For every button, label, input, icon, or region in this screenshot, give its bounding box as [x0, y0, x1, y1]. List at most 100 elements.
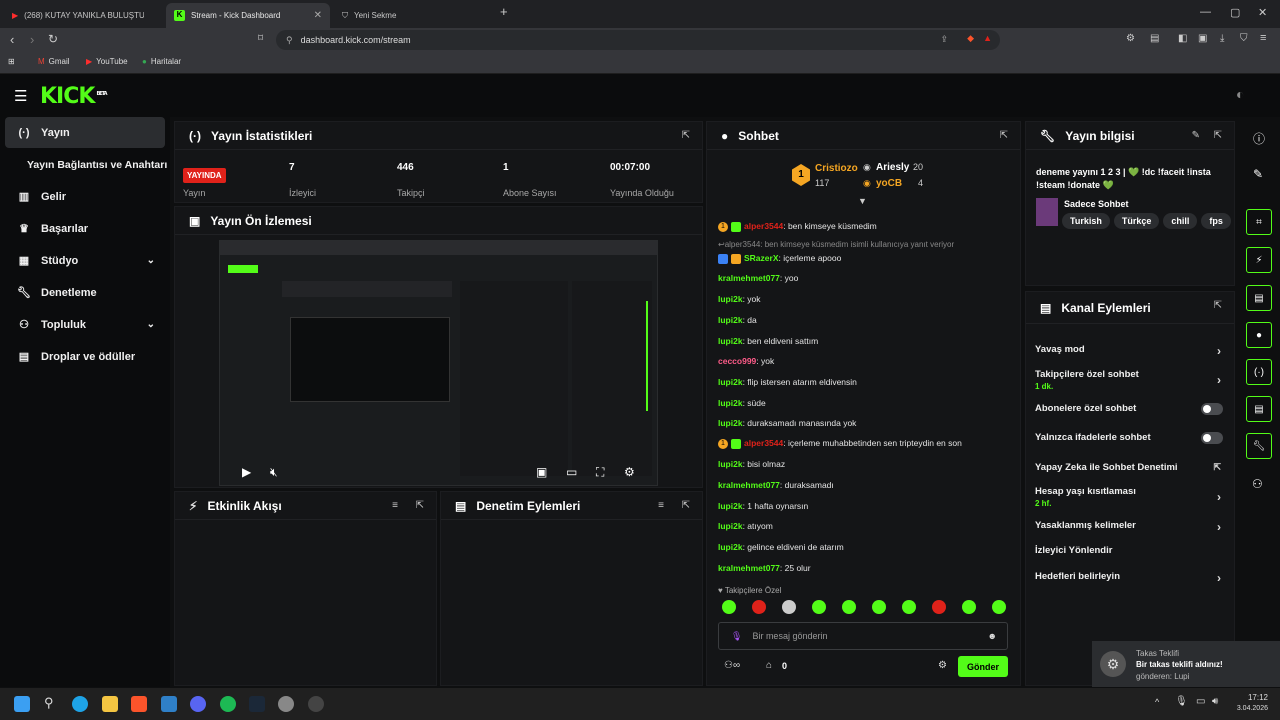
rail-stats-button[interactable]: (·) — [1246, 359, 1272, 385]
action-goals[interactable]: Hedefleri belirleyin › — [1035, 571, 1225, 585]
tray-chevron-icon[interactable]: ^ — [1155, 697, 1159, 707]
back-icon[interactable]: ‹ — [10, 32, 14, 47]
browser-tab-new[interactable]: ⛉ Yeni Sekme — [334, 3, 492, 28]
chat-username[interactable]: lupi2k — [718, 501, 743, 511]
sidebar-item-droplar[interactable]: ▤ Droplar ve ödüller — [5, 341, 165, 372]
apps-icon[interactable]: ⊞ — [8, 57, 15, 66]
sidebar-item-topluluk[interactable]: ⚇ Topluluk ⌄ — [5, 309, 165, 340]
close-tab-icon[interactable]: ✕ — [314, 10, 322, 21]
subs-only-toggle[interactable] — [1201, 403, 1223, 415]
edit-icon[interactable]: ✎ — [1253, 167, 1263, 181]
edge-icon[interactable] — [72, 696, 88, 712]
chat-message[interactable]: lupi2k: ben eldiveni sattım — [718, 336, 818, 346]
chat-username[interactable]: lupi2k — [718, 315, 743, 325]
chat-message[interactable]: lupi2k: duraksamadı manasında yok — [718, 418, 856, 428]
chat-message[interactable]: SRazerX: içerleme apooo — [718, 253, 841, 264]
rail-info-button[interactable]: 🔧︎ — [1246, 433, 1272, 459]
action-subs-only[interactable]: Abonelere özel sohbet — [1035, 403, 1225, 415]
rail-activity-button[interactable]: ⚡︎ — [1246, 247, 1272, 273]
community-icon[interactable]: ⚇ — [1252, 477, 1263, 491]
emote-icon[interactable] — [992, 600, 1006, 614]
volume-icon[interactable]: 🔊︎ — [1212, 696, 1218, 707]
chat-username[interactable]: lupi2k — [718, 294, 743, 304]
scroll-chat-icon[interactable]: ▼ — [858, 196, 867, 206]
chat-message[interactable]: 1 alper3544: içerleme muhabbetinden sen t… — [718, 438, 962, 449]
app-icon[interactable] — [161, 696, 177, 712]
brave-icon[interactable] — [131, 696, 147, 712]
leaderboard-name[interactable]: Ariesly — [876, 162, 909, 173]
filter-icon[interactable]: ≡ — [392, 500, 398, 511]
chat-username[interactable]: lupi2k — [718, 418, 743, 428]
popout-icon[interactable]: ⇱ — [1214, 300, 1222, 311]
brave-shield-icon[interactable]: ◆ — [967, 33, 974, 44]
emotes-only-toggle[interactable] — [1201, 432, 1223, 444]
emoji-icon[interactable]: ☻ — [988, 631, 997, 641]
chat-message[interactable]: lupi2k: süde — [718, 398, 766, 408]
minimize-icon[interactable]: — — [1200, 6, 1211, 18]
action-host[interactable]: İzleyici Yönlendir — [1035, 545, 1225, 556]
wallet-icon[interactable]: ▣ — [1198, 33, 1207, 44]
chat-username[interactable]: kralmehmet077 — [718, 563, 780, 573]
steam-icon[interactable] — [249, 696, 265, 712]
rail-chat-button[interactable]: ● — [1246, 322, 1272, 348]
action-ai-moderation[interactable]: Yapay Zeka ile Sohbet Denetimi ⇱ — [1035, 462, 1225, 473]
spotify-icon[interactable] — [220, 696, 236, 712]
chat-message[interactable]: cecco999: yok — [718, 356, 774, 366]
sidebar-item-stream-key[interactable]: Yayın Bağlantısı ve Anahtarı — [5, 149, 167, 180]
extensions-icon[interactable]: ⚙ — [1126, 33, 1135, 44]
chat-username[interactable]: kralmehmet077 — [718, 273, 780, 283]
sidebar-item-yayin[interactable]: (·) Yayın — [5, 117, 165, 148]
sidebar-item-basarilar[interactable]: ♛ Başarılar — [5, 213, 165, 244]
emote-icon[interactable] — [872, 600, 886, 614]
close-window-icon[interactable]: ✕ — [1258, 6, 1267, 19]
play-icon[interactable]: ▶ — [242, 465, 251, 479]
leaderboard-name[interactable]: Cristiozo — [815, 163, 858, 174]
action-banned-words[interactable]: Yasaklanmış kelimeler › — [1035, 520, 1225, 534]
chat-message[interactable]: lupi2k: 1 hafta oynarsın — [718, 501, 808, 511]
send-button[interactable]: Gönder — [958, 656, 1008, 677]
chat-username[interactable]: alper3544 — [744, 221, 783, 231]
action-followers-only[interactable]: Takipçilere özel sohbet 1 dk. › — [1035, 369, 1225, 391]
emote-icon[interactable] — [722, 600, 736, 614]
chat-message[interactable]: lupi2k: da — [718, 315, 757, 325]
maximize-icon[interactable]: ▢ — [1230, 6, 1240, 19]
popout-icon[interactable]: ⇱ — [1000, 130, 1008, 141]
popout-icon[interactable]: ⇱ — [1214, 130, 1222, 141]
emote-icon[interactable] — [842, 600, 856, 614]
search-icon[interactable]: ⚲ — [44, 695, 54, 711]
app-icon[interactable] — [308, 696, 324, 712]
popout-icon[interactable]: ⇱ — [416, 500, 424, 511]
emote-icon[interactable] — [902, 600, 916, 614]
chat-username[interactable]: lupi2k — [718, 459, 743, 469]
settings-icon[interactable]: ⚙ — [624, 465, 635, 479]
browser-tab-youtube[interactable]: ▶ (268) KUTAY YANIKLA BULUŞTUM (g... — [4, 3, 162, 28]
stream-preview-video[interactable]: ▶ 🔇︎ ▣ ▭ ⛶ ⚙ — [219, 240, 658, 486]
chat-username[interactable]: lupi2k — [718, 336, 743, 346]
hamburger-menu-icon[interactable]: ☰ — [14, 87, 27, 105]
rail-preview-button[interactable]: ⌗ — [1246, 209, 1272, 235]
clock-time[interactable]: 17:12 — [1236, 693, 1268, 702]
chat-message[interactable]: kralmehmet077: yoo — [718, 273, 798, 283]
chat-username[interactable]: cecco999 — [718, 356, 756, 366]
action-account-age[interactable]: Hesap yaşı kısıtlaması 2 hf. › — [1035, 486, 1225, 508]
chat-message[interactable]: lupi2k: bisi olmaz — [718, 459, 785, 469]
action-slow-mode[interactable]: Yavaş mod › — [1035, 344, 1225, 358]
chat-message[interactable]: 1 alper3544: ben kimseye küsmedim — [718, 221, 877, 232]
chat-username[interactable]: lupi2k — [718, 521, 743, 531]
address-bar[interactable]: ⚲ dashboard.kick.com/stream ⇪ ◆ ▲ — [276, 30, 1000, 50]
bookmark-maps[interactable]: ● Haritalar — [142, 57, 181, 66]
chat-username[interactable]: SRazerX — [744, 253, 779, 263]
emote-icon[interactable] — [752, 600, 766, 614]
leaderboard-name[interactable]: yoCB — [876, 178, 902, 189]
display-icon[interactable]: ▭ — [1196, 696, 1205, 707]
action-emotes-only[interactable]: Yalnızca ifadelerle sohbet — [1035, 432, 1225, 444]
rail-actions-button[interactable]: ▤ — [1246, 396, 1272, 422]
chat-settings-icon[interactable]: ⚙ — [938, 660, 947, 671]
info-icon[interactable]: ⓘ — [1253, 130, 1265, 147]
forward-icon[interactable]: › — [30, 32, 34, 47]
chat-message[interactable]: lupi2k: atıyom — [718, 521, 773, 531]
chat-message[interactable]: lupi2k: gelince eldiveni de atarım — [718, 542, 844, 552]
menu-icon[interactable]: ≡ — [1260, 32, 1266, 44]
sidebar-item-gelir[interactable]: ▥ Gelir — [5, 181, 165, 212]
browser-tab-kick[interactable]: K Stream - Kick Dashboard ✕ — [166, 3, 330, 28]
